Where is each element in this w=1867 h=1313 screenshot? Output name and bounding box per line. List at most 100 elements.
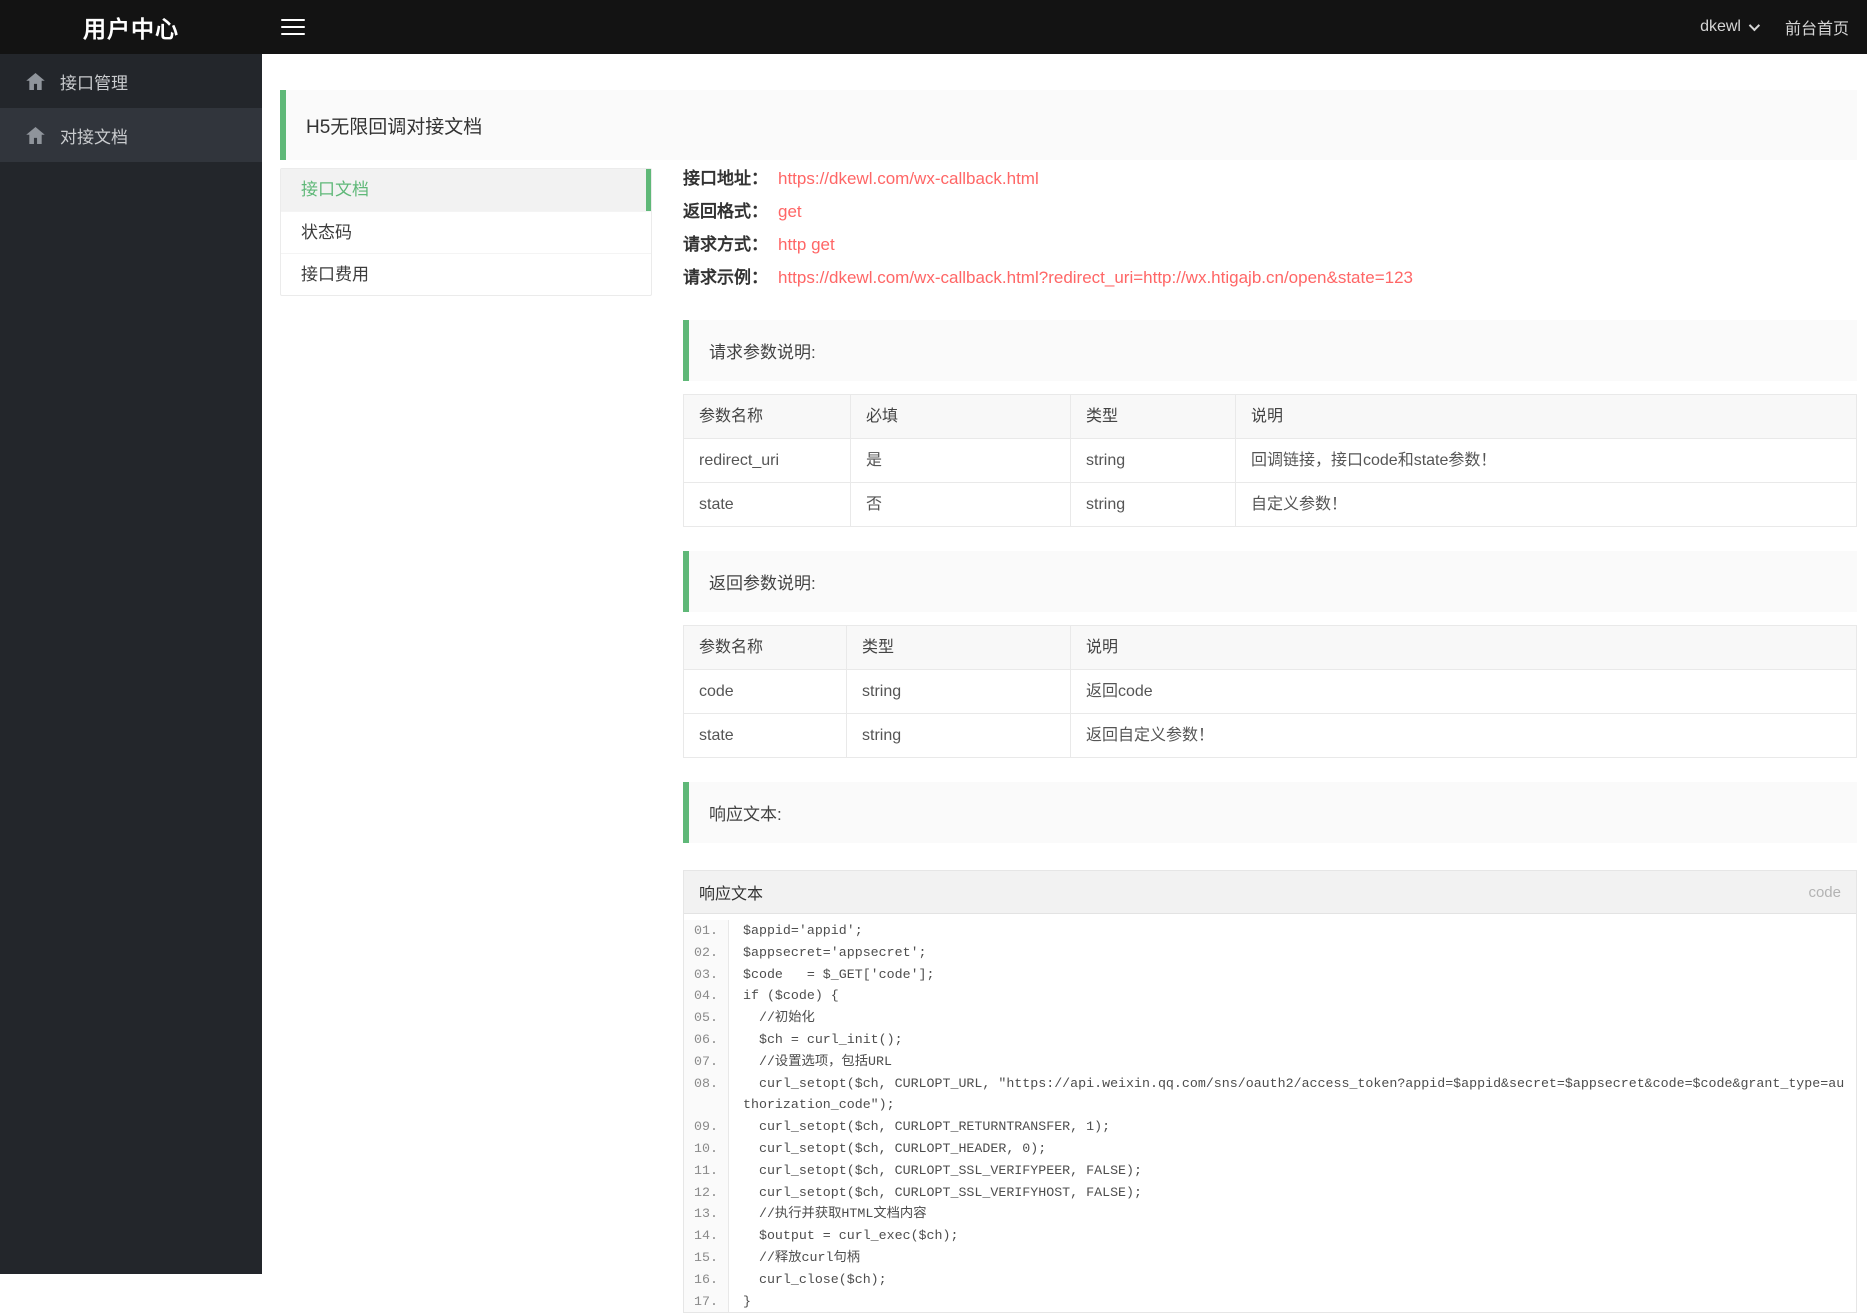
menu-toggle-icon[interactable] bbox=[281, 19, 305, 35]
top-navbar: 用户中心 dkewl 前台首页 bbox=[0, 0, 1867, 54]
line-code: //释放curl句柄 bbox=[743, 1249, 861, 1265]
code-panel-header: 响应文本 code bbox=[684, 871, 1856, 914]
cell: redirect_uri bbox=[683, 438, 851, 483]
navbar-right: dkewl 前台首页 bbox=[1700, 0, 1849, 54]
table-row: state 否 string 自定义参数！ bbox=[683, 482, 1857, 527]
table-row: redirect_uri 是 string 回调链接，接口code和state参… bbox=[683, 438, 1857, 483]
submenu-item-api-fee[interactable]: 接口费用 bbox=[281, 253, 651, 295]
col-header: 类型 bbox=[846, 625, 1071, 670]
sidebar-item-api-manage[interactable]: 接口管理 bbox=[0, 54, 262, 108]
request-example-link[interactable]: https://dkewl.com/wx-callback.html?redir… bbox=[778, 267, 1413, 288]
line-number: 03. bbox=[684, 963, 729, 986]
submenu-item-status-code[interactable]: 状态码 bbox=[281, 211, 651, 253]
line-number: 07. bbox=[684, 1050, 729, 1073]
cell: string bbox=[846, 713, 1071, 758]
api-url-label: 接口地址： bbox=[683, 169, 768, 188]
cell: string bbox=[1070, 438, 1236, 483]
code-panel: 响应文本 code 01. $appid='appid'; 02. $appsecre… bbox=[683, 870, 1857, 1313]
request-method-label: 请求方式： bbox=[683, 235, 768, 254]
line-number: 16. bbox=[684, 1268, 729, 1291]
sidebar-item-label: 对接文档 bbox=[60, 127, 128, 147]
section-title-request-params: 请求参数说明: bbox=[683, 320, 1857, 381]
username: dkewl bbox=[1700, 18, 1741, 35]
table-header-row: 参数名称 类型 说明 bbox=[683, 625, 1857, 670]
user-dropdown[interactable]: dkewl bbox=[1700, 18, 1761, 36]
sidebar-item-docs[interactable]: 对接文档 bbox=[0, 108, 262, 162]
doc-column: 接口地址： https://dkewl.com/wx-callback.html… bbox=[683, 168, 1857, 1313]
code-line: 14. $output = curl_exec($ch); bbox=[684, 1225, 1856, 1247]
frontend-home-link[interactable]: 前台首页 bbox=[1785, 15, 1849, 39]
cell: 返回自定义参数！ bbox=[1070, 713, 1857, 758]
chevron-down-icon bbox=[1748, 19, 1761, 32]
col-header: 参数名称 bbox=[683, 625, 847, 670]
line-number: 02. bbox=[684, 941, 729, 964]
col-header: 必填 bbox=[850, 394, 1071, 439]
sidebar: 接口管理 对接文档 bbox=[0, 54, 262, 1274]
col-header: 说明 bbox=[1070, 625, 1857, 670]
line-code: $appsecret='appsecret'; bbox=[743, 944, 927, 960]
line-number: 11. bbox=[684, 1159, 729, 1182]
cell: 是 bbox=[850, 438, 1071, 483]
table-row: code string 返回code bbox=[683, 669, 1857, 714]
line-number: 04. bbox=[684, 985, 729, 1008]
cell: 自定义参数！ bbox=[1235, 482, 1857, 527]
code-line: 08. curl_setopt($ch, CURLOPT_URL, "https… bbox=[684, 1072, 1856, 1117]
request-method-value: http get bbox=[778, 235, 835, 254]
code-line: 09. curl_setopt($ch, CURLOPT_RETURNTRANS… bbox=[684, 1116, 1856, 1138]
code-line: 16. curl_close($ch); bbox=[684, 1268, 1856, 1291]
line-number: 09. bbox=[684, 1116, 729, 1138]
cell: 否 bbox=[850, 482, 1071, 527]
line-code: //执行并获取HTML文档内容 bbox=[743, 1206, 927, 1222]
line-code: //设置选项，包括URL bbox=[743, 1053, 892, 1069]
col-header: 说明 bbox=[1235, 394, 1857, 439]
code-language-badge: code bbox=[1808, 883, 1841, 901]
table-header-row: 参数名称 必填 类型 说明 bbox=[683, 394, 1857, 439]
line-number: 14. bbox=[684, 1225, 729, 1247]
cell: state bbox=[683, 713, 847, 758]
section-title-response-params: 返回参数说明: bbox=[683, 551, 1857, 612]
code-line: 17.} bbox=[684, 1290, 1856, 1313]
cell: state bbox=[683, 482, 851, 527]
line-number: 06. bbox=[684, 1028, 729, 1051]
line-number: 05. bbox=[684, 1007, 729, 1029]
return-format-value: get bbox=[778, 202, 802, 221]
active-indicator bbox=[646, 169, 651, 211]
line-number: 17. bbox=[684, 1290, 729, 1313]
col-header: 参数名称 bbox=[683, 394, 851, 439]
table-row: state string 返回自定义参数！ bbox=[683, 713, 1857, 758]
line-number: 10. bbox=[684, 1137, 729, 1160]
line-code: curl_setopt($ch, CURLOPT_SSL_VERIFYHOST,… bbox=[743, 1184, 1142, 1200]
code-line: 11. curl_setopt($ch, CURLOPT_SSL_VERIFYP… bbox=[684, 1159, 1856, 1182]
code-line: 01. $appid='appid'; bbox=[684, 920, 1856, 942]
home-icon bbox=[26, 72, 45, 90]
line-code: curl_close($ch); bbox=[743, 1271, 887, 1287]
submenu-item-api-doc[interactable]: 接口文档 bbox=[281, 169, 651, 211]
cell: 回调链接，接口code和state参数！ bbox=[1235, 438, 1857, 483]
return-format-row: 返回格式： get bbox=[683, 201, 1857, 222]
code-line: 06. $ch = curl_init(); bbox=[684, 1028, 1856, 1051]
line-number: 13. bbox=[684, 1203, 729, 1226]
cell: code bbox=[683, 669, 847, 714]
code-line: 03. $code = $_GET['code']; bbox=[684, 963, 1856, 986]
code-line: 15. //释放curl句柄 bbox=[684, 1246, 1856, 1269]
page-title: H5无限回调对接文档 bbox=[280, 90, 1857, 160]
request-params-table: 参数名称 必填 类型 说明 redirect_uri 是 string 回调链接… bbox=[683, 394, 1857, 527]
line-code: curl_setopt($ch, CURLOPT_HEADER, 0); bbox=[743, 1140, 1047, 1156]
line-number: 15. bbox=[684, 1246, 729, 1269]
line-number: 01. bbox=[684, 920, 729, 942]
response-params-table: 参数名称 类型 说明 code string 返回code state stri… bbox=[683, 625, 1857, 758]
request-example-label: 请求示例： bbox=[683, 268, 768, 287]
api-url-link[interactable]: https://dkewl.com/wx-callback.html bbox=[778, 168, 1039, 189]
home-icon bbox=[26, 126, 45, 144]
code-line: 07. //设置选项，包括URL bbox=[684, 1050, 1856, 1073]
code-line: 05. //初始化 bbox=[684, 1007, 1856, 1029]
line-code: curl_setopt($ch, CURLOPT_RETURNTRANSFER,… bbox=[743, 1119, 1111, 1135]
main-content: H5无限回调对接文档 接口文档 状态码 接口费用 接口地址： https://d… bbox=[262, 54, 1867, 1313]
code-panel-title: 响应文本 bbox=[699, 886, 764, 903]
line-code: if ($code) { bbox=[743, 988, 839, 1004]
submenu-item-label: 接口费用 bbox=[301, 265, 369, 284]
cell: string bbox=[846, 669, 1071, 714]
app-title: 用户中心 bbox=[83, 16, 179, 42]
request-method-row: 请求方式： http get bbox=[683, 234, 1857, 255]
code-body: 01. $appid='appid'; 02. $appsecret='appsecr… bbox=[684, 914, 1856, 1313]
